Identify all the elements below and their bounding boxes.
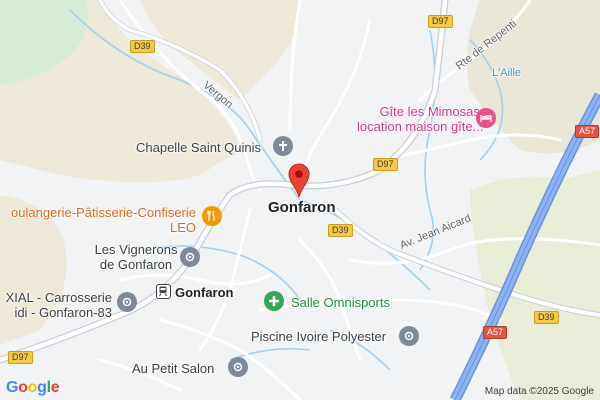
- train-station-icon[interactable]: [156, 284, 171, 299]
- poi-label-line: de Gonfaron: [99, 257, 173, 272]
- road-shield-d39: D39: [130, 40, 155, 53]
- lodging-icon[interactable]: [476, 108, 496, 128]
- poi-label-chapelle-saint-quinis[interactable]: Chapelle Saint Quinis: [136, 140, 261, 155]
- poi-label-boulangerie[interactable]: oulangerie-Pâtisserie-Confiserie LEO: [0, 205, 196, 235]
- sports-icon[interactable]: [264, 291, 284, 311]
- poi-label-line: LEO: [169, 220, 196, 235]
- poi-label-line: location maison gîte...: [357, 119, 484, 134]
- location-marker-icon[interactable]: [287, 162, 311, 198]
- map-view[interactable]: D97 D39 D97 D39 D39 A57 A57 D97 Vergon R…: [0, 0, 600, 400]
- poi-label-line: oulangerie-Pâtisserie-Confiserie: [11, 205, 196, 220]
- poi-label-line: idi - Gonfaron-83: [14, 305, 112, 320]
- poi-label-line: Les Vignerons: [94, 242, 178, 257]
- poi-label-carrosserie[interactable]: XIAL - Carrosserie idi - Gonfaron-83: [0, 290, 112, 320]
- shop-icon[interactable]: [399, 326, 419, 346]
- poi-label-salle-omnisports[interactable]: Salle Omnisports: [291, 295, 390, 310]
- google-logo[interactable]: Google: [6, 379, 60, 397]
- poi-label-station-gonfaron[interactable]: Gonfaron: [175, 285, 234, 300]
- restaurant-icon[interactable]: [202, 206, 222, 226]
- poi-label-les-vignerons[interactable]: Les Vignerons de Gonfaron: [88, 242, 184, 272]
- road-shield-d97: D97: [428, 15, 453, 28]
- salon-icon[interactable]: [228, 357, 248, 377]
- town-label-gonfaron[interactable]: Gonfaron: [268, 200, 336, 215]
- poi-label-line: XIAL - Carrosserie: [5, 290, 112, 305]
- road-shield-a57: A57: [575, 125, 600, 138]
- road-shield-d97: D97: [373, 158, 398, 171]
- road-shield-a57: A57: [483, 326, 508, 339]
- road-shield-d39: D39: [534, 311, 559, 324]
- poi-label-au-petit-salon[interactable]: Au Petit Salon: [132, 361, 214, 376]
- map-attribution[interactable]: Map data ©2025 Google: [485, 386, 594, 397]
- church-icon[interactable]: [273, 136, 293, 156]
- stream-label-aille: L'Aille: [492, 67, 522, 79]
- google-logo-text: Google: [6, 379, 60, 396]
- road-shield-d97: D97: [8, 351, 33, 364]
- poi-label-piscine-ivoire[interactable]: Piscine Ivoire Polyester: [251, 329, 386, 344]
- poi-label-line: Gîte les Mimosas:: [379, 104, 484, 119]
- service-icon[interactable]: [117, 292, 137, 312]
- shopping-icon[interactable]: [180, 247, 200, 267]
- poi-label-gite-les-mimosas[interactable]: Gîte les Mimosas: location maison gîte..…: [357, 104, 483, 134]
- road-shield-d39: D39: [328, 224, 353, 237]
